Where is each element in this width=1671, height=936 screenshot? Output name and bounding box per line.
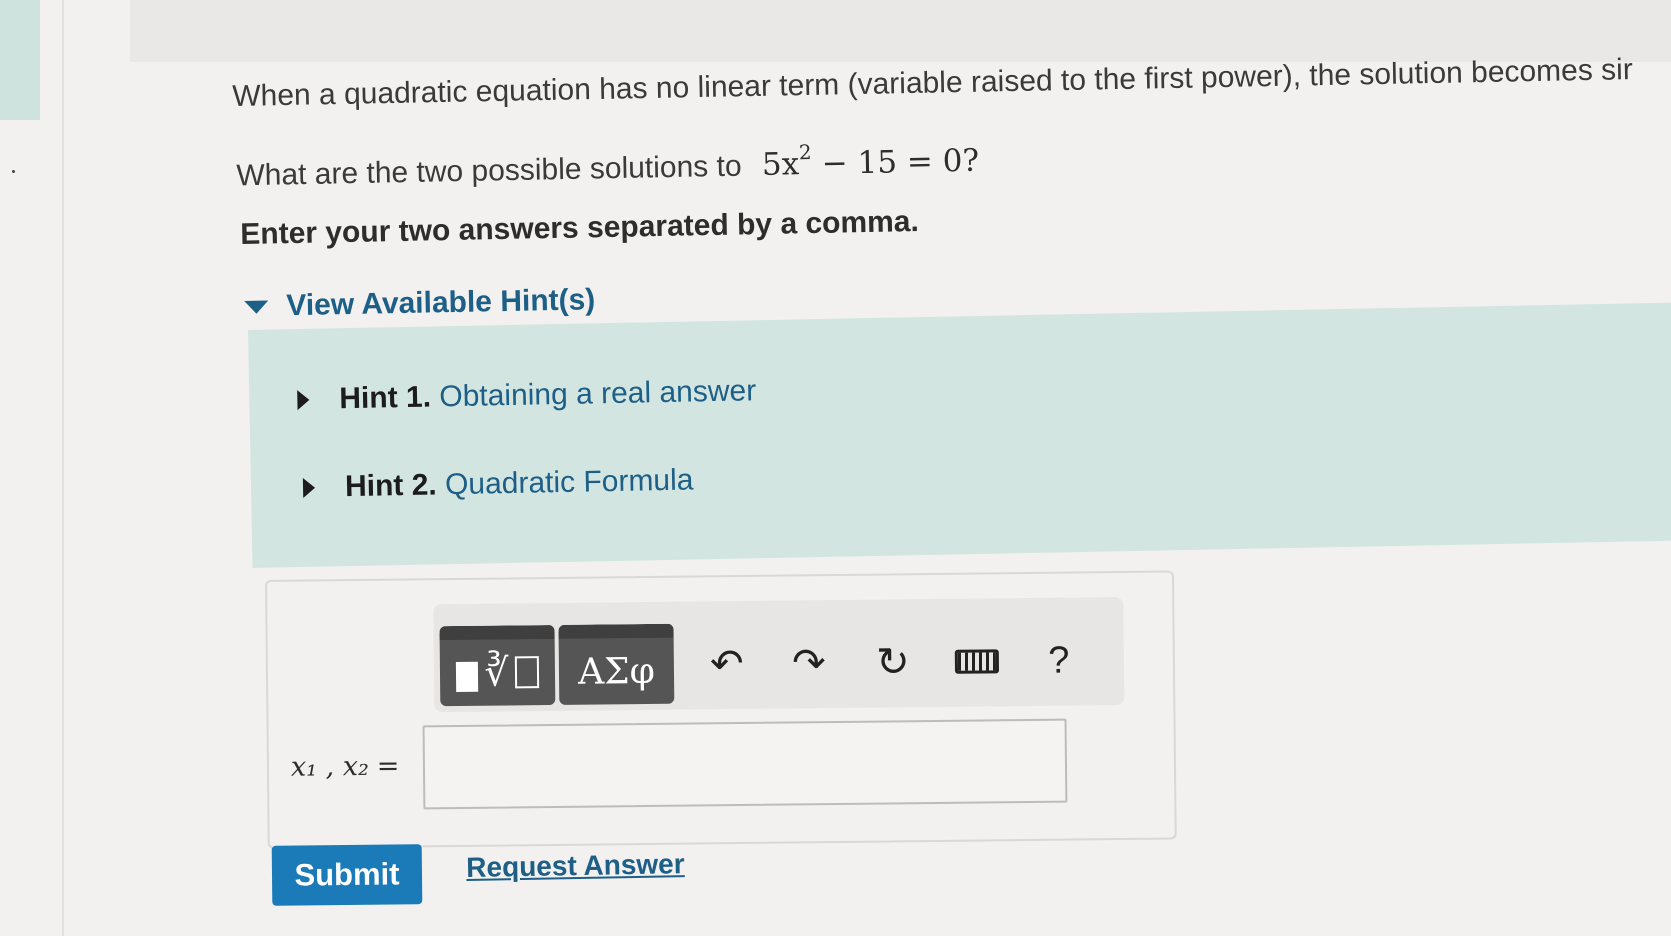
equation-lhs: 5x	[761, 146, 800, 184]
redo-icon[interactable]: ↷	[784, 638, 835, 689]
request-answer-link[interactable]: Request Answer	[466, 848, 685, 884]
answer-box: ∛ ΑΣφ ↶ ↷ ↻ ? x₁ , x₂ =	[265, 570, 1177, 849]
view-hints-toggle[interactable]: View Available Hint(s)	[244, 283, 596, 324]
submit-button[interactable]: Submit	[271, 844, 423, 906]
equation-exponent: 2	[798, 139, 812, 165]
caret-right-icon	[297, 389, 310, 411]
hint-item-1[interactable]: Hint 1. Obtaining a real answer	[297, 374, 756, 417]
hint-panel: Hint 1. Obtaining a real answer Hint 2. …	[248, 302, 1671, 568]
answer-equals: =	[376, 750, 400, 782]
view-hints-label: View Available Hint(s)	[285, 283, 596, 323]
caret-down-icon	[244, 300, 269, 314]
help-button[interactable]: ?	[1034, 635, 1085, 686]
hint-number: Hint 2.	[344, 468, 437, 504]
reset-icon[interactable]: ↻	[868, 637, 919, 688]
answer-input[interactable]	[422, 718, 1068, 810]
equation: 5x2 − 15 = 0?	[761, 139, 980, 184]
problem-content: When a quadratic equation has no linear …	[0, 0, 1671, 936]
caret-right-icon	[302, 477, 316, 498]
undo-icon[interactable]: ↶	[702, 639, 753, 690]
instruction-text: Enter your two answers separated by a co…	[240, 204, 920, 251]
intro-text: When a quadratic equation has no linear …	[232, 53, 1634, 113]
answer-variables: x₁ , x₂	[290, 750, 369, 783]
hint-number: Hint 1.	[339, 380, 432, 416]
hint-title: Obtaining a real answer	[439, 374, 757, 414]
question-prefix: What are the two possible solutions to	[236, 149, 742, 193]
question-suffix: ?	[962, 143, 980, 180]
math-toolbar: ∛ ΑΣφ ↶ ↷ ↻ ?	[433, 597, 1125, 713]
answer-label: x₁ , x₂ =	[291, 751, 400, 783]
templates-icon: ∛	[456, 650, 539, 695]
question-text: What are the two possible solutions to 5…	[236, 139, 980, 194]
greek-symbols-button[interactable]: ΑΣφ	[558, 623, 675, 705]
hint-title: Quadratic Formula	[444, 463, 694, 502]
hint-item-2[interactable]: Hint 2. Quadratic Formula	[302, 463, 694, 504]
keyboard-icon[interactable]	[952, 636, 1003, 687]
equation-rhs: − 15 = 0	[811, 143, 963, 183]
templates-button[interactable]: ∛	[439, 624, 556, 707]
